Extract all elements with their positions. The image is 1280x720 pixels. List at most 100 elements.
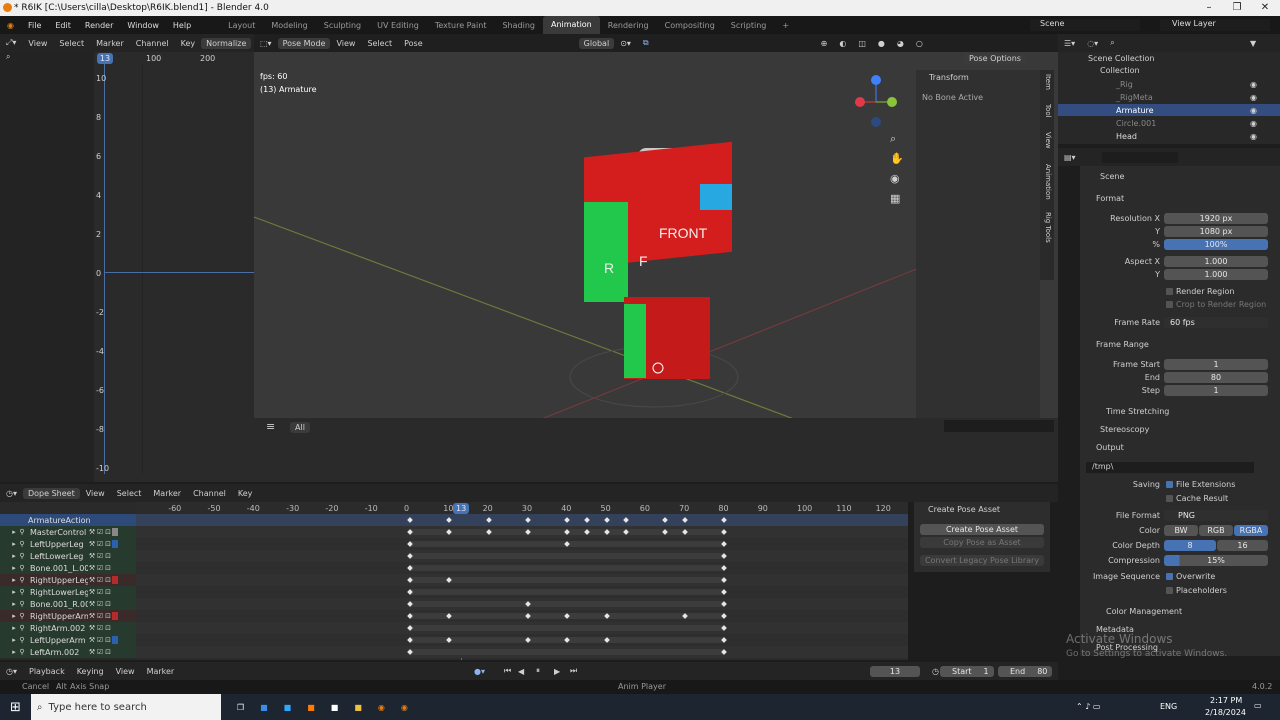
asset-search-input[interactable] — [944, 420, 1054, 432]
taskbar-app-icon[interactable]: ■ — [331, 703, 339, 712]
tl-menu-marker[interactable]: Marker — [141, 667, 181, 676]
graph-menu-marker[interactable]: Marker — [90, 39, 130, 48]
lock-icon[interactable]: ⊡ — [104, 624, 112, 632]
expand-arrow-icon[interactable]: ▸ — [10, 564, 18, 572]
tab-rendering[interactable]: Rendering — [600, 21, 657, 30]
aspect-y-field[interactable]: 1.000 — [1164, 269, 1268, 280]
orientation-dropdown[interactable]: Global — [578, 37, 615, 49]
eye-icon[interactable]: ◉ — [1250, 132, 1257, 141]
overlay-toggle-icon[interactable]: ◐ — [833, 39, 852, 48]
outliner-item-rigmeta[interactable]: _RigMeta — [1116, 93, 1153, 102]
lock-icon[interactable]: ⊡ — [104, 552, 112, 560]
checkbox-icon[interactable]: ☑ — [96, 636, 104, 644]
overwrite-checkbox[interactable]: Overwrite — [1166, 572, 1215, 581]
checkbox-icon[interactable]: ☑ — [96, 564, 104, 572]
menu-help[interactable]: Help — [166, 21, 198, 30]
tl-menu-playback[interactable]: Playback — [23, 667, 71, 676]
tab-item[interactable]: Item — [1044, 74, 1052, 90]
channel-row[interactable]: ▸ ⚲ RightUpperArm ⚒ ☑ ⊡ — [0, 610, 136, 622]
compression-slider[interactable]: 15% — [1164, 555, 1268, 566]
shading-material-icon[interactable]: ◕ — [891, 39, 910, 48]
expand-arrow-icon[interactable]: ▸ — [10, 540, 18, 548]
tab-texture-paint[interactable]: Texture Paint — [427, 21, 495, 30]
lock-icon[interactable]: ⊡ — [104, 600, 112, 608]
task-view-icon[interactable]: ❐ — [237, 703, 244, 712]
lock-icon[interactable]: ⊡ — [104, 648, 112, 656]
res-pct-field[interactable]: 100% — [1164, 239, 1268, 250]
lock-icon[interactable]: ⊡ — [104, 564, 112, 572]
tab-sculpting[interactable]: Sculpting — [316, 21, 369, 30]
expand-arrow-icon[interactable]: ▸ — [10, 612, 18, 620]
wrench-icon[interactable]: ⚒ — [88, 612, 96, 620]
viewport-area[interactable]: FRONT R F fps: 60 (13) Armature ⌕ ✋ ◉ ▦ … — [254, 52, 1058, 482]
menu-edit[interactable]: Edit — [48, 21, 78, 30]
eye-icon[interactable]: ◉ — [1250, 80, 1257, 89]
lock-icon[interactable]: ⊡ — [104, 528, 112, 536]
taskbar-app-icon[interactable]: ■ — [260, 703, 268, 712]
record-button[interactable]: ●▾ — [468, 667, 491, 676]
camera-view-icon[interactable]: ◉ — [890, 172, 900, 185]
vp-menu-view[interactable]: View — [330, 39, 361, 48]
graph-menu-view[interactable]: View — [22, 39, 53, 48]
pose-panel-title[interactable]: Create Pose Asset — [928, 505, 1000, 514]
channel-row[interactable]: ▸ ⚲ RightUpperLeg ⚒ ☑ ⊡ — [0, 574, 136, 586]
jump-end-icon[interactable]: ⏭ — [564, 666, 583, 676]
frame-end-field[interactable]: 80 — [1164, 372, 1268, 383]
expand-arrow-icon[interactable]: ▸ — [10, 528, 18, 536]
taskbar-app-icon[interactable]: ■ — [354, 703, 362, 712]
wrench-icon[interactable]: ⚒ — [88, 552, 96, 560]
pose-options-button[interactable]: Pose Options — [964, 53, 1026, 64]
expand-arrow-icon[interactable]: ▸ — [10, 624, 18, 632]
stereoscopy-section[interactable]: Stereoscopy — [1100, 425, 1149, 434]
taskbar-app-icon[interactable]: ■ — [307, 703, 315, 712]
res-y-field[interactable]: 1080 px — [1164, 226, 1268, 237]
channel-row[interactable]: ▸ ⚲ LeftArm.002 ⚒ ☑ ⊡ — [0, 646, 136, 658]
minimize-button[interactable]: – — [1195, 0, 1223, 16]
lock-icon[interactable]: ⊡ — [104, 540, 112, 548]
graph-search-icon[interactable]: ⌕ — [6, 52, 10, 62]
frame-rate-dropdown[interactable]: 60 fps — [1164, 317, 1268, 328]
editor-type-icon[interactable]: ⤢▾ — [0, 38, 22, 48]
color-management-section[interactable]: Color Management — [1106, 607, 1182, 616]
scene-selector[interactable]: Scene — [1030, 19, 1140, 31]
channel-row[interactable]: ▸ ⚲ LeftUpperLeg ⚒ ☑ ⊡ — [0, 538, 136, 550]
notification-icon[interactable]: ▭ — [1254, 701, 1262, 710]
graph-menu-select[interactable]: Select — [53, 39, 90, 48]
channel-row[interactable]: ▸ ⚲ LeftLowerLeg ⚒ ☑ ⊡ — [0, 550, 136, 562]
ortho-grid-icon[interactable]: ▦ — [890, 192, 900, 205]
checkbox-icon[interactable]: ☑ — [96, 600, 104, 608]
tab-tool[interactable]: Tool — [1044, 104, 1052, 118]
outliner-search-icon[interactable]: ⌕ — [1104, 38, 1120, 48]
normalize-toggle[interactable]: Normalize — [201, 37, 252, 49]
tab-shading[interactable]: Shading — [494, 21, 543, 30]
dopesheet-editor-icon[interactable]: ◷▾ — [0, 489, 23, 498]
pose-mode-dropdown[interactable]: Pose Mode — [277, 37, 331, 49]
action-row[interactable]: ArmatureAction — [0, 514, 136, 526]
cache-result-checkbox[interactable]: Cache Result — [1166, 494, 1228, 503]
channel-row[interactable]: ▸⚲ Bone.001_L.002⚒☑⊡ — [0, 562, 136, 574]
wrench-icon[interactable]: ⚒ — [88, 648, 96, 656]
navigation-gizmo[interactable] — [852, 72, 902, 128]
outliner-editor-icon[interactable]: ☰▾ — [1058, 39, 1081, 48]
tab-rig-tools[interactable]: Rig Tools — [1044, 212, 1052, 243]
add-workspace-button[interactable]: + — [774, 21, 797, 30]
tab-view[interactable]: View — [1044, 132, 1052, 149]
wrench-icon[interactable]: ⚒ — [88, 588, 96, 596]
lock-icon[interactable]: ⊡ — [104, 588, 112, 596]
ds-menu-marker[interactable]: Marker — [147, 489, 187, 498]
blender-menu-icon[interactable]: ◉ — [0, 21, 21, 30]
lock-icon[interactable]: ⊡ — [104, 576, 112, 584]
wrench-icon[interactable]: ⚒ — [88, 576, 96, 584]
close-button[interactable]: ✕ — [1251, 0, 1279, 16]
menu-window[interactable]: Window — [120, 21, 166, 30]
ds-current-frame[interactable]: 13 — [453, 503, 470, 514]
expand-arrow-icon[interactable]: ▸ — [10, 648, 18, 656]
properties-search-input[interactable] — [1101, 151, 1178, 163]
depth-16-option[interactable]: 16 — [1217, 540, 1268, 551]
taskbar-app-icon[interactable]: ◉ — [378, 703, 385, 712]
tab-modeling[interactable]: Modeling — [263, 21, 315, 30]
current-frame-field[interactable]: 13 — [870, 666, 920, 677]
checkbox-icon[interactable]: ☑ — [96, 624, 104, 632]
color-bw-option[interactable]: BW — [1164, 525, 1198, 536]
ds-menu-channel[interactable]: Channel — [187, 489, 232, 498]
